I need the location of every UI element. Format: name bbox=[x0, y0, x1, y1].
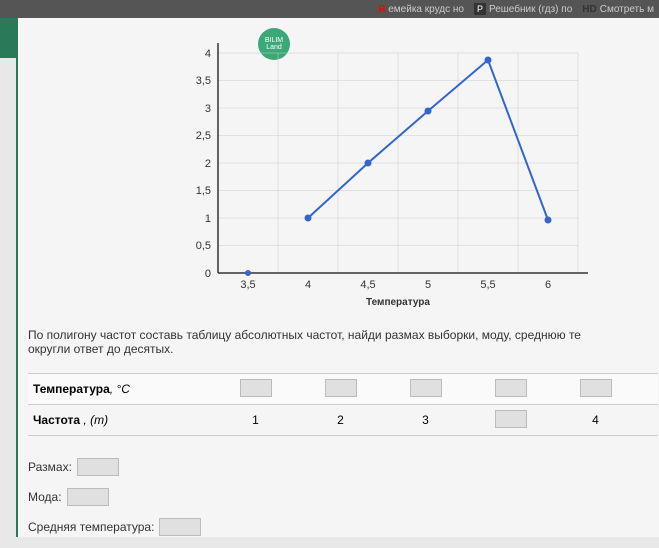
answer-mode: Мода: bbox=[28, 488, 201, 506]
left-accent-stripe bbox=[0, 18, 16, 58]
data-point-0 bbox=[245, 270, 251, 276]
tab-label-3: Смотреть м bbox=[600, 4, 654, 15]
temp-cell-4[interactable] bbox=[468, 379, 553, 400]
question-line-1: По полигону частот составь таблицу абсол… bbox=[28, 328, 581, 342]
svg-text:5,5: 5,5 bbox=[480, 279, 495, 291]
range-input[interactable] bbox=[77, 458, 119, 476]
svg-text:0,5: 0,5 bbox=[196, 240, 211, 252]
svg-text:2: 2 bbox=[205, 158, 211, 170]
question-line-2: округли ответ до десятых. bbox=[28, 342, 174, 356]
hd-icon: HD bbox=[582, 4, 596, 15]
svg-text:0: 0 bbox=[205, 268, 211, 280]
table-row-frequency: Частота , (m) 1 2 3 4 bbox=[28, 405, 658, 436]
data-point-5 bbox=[545, 217, 552, 224]
range-label: Размах: bbox=[28, 460, 72, 474]
temp-cell-2[interactable] bbox=[298, 379, 383, 400]
tab-label-1: емейка крудс но bbox=[388, 4, 464, 15]
data-polyline bbox=[308, 60, 548, 220]
mode-label: Мода: bbox=[28, 490, 62, 504]
freq-cell-2: 2 bbox=[298, 413, 383, 427]
answers-section: Размах: Мода: Средняя температура: bbox=[28, 458, 201, 548]
svg-text:2,5: 2,5 bbox=[196, 130, 211, 142]
x-tick-labels: 3,5 4 4,5 5 5,5 6 bbox=[240, 279, 551, 291]
answer-range: Размах: bbox=[28, 458, 201, 476]
svg-text:1,5: 1,5 bbox=[196, 185, 211, 197]
freq-cell-3: 3 bbox=[383, 413, 468, 427]
question-text: По полигону частот составь таблицу абсол… bbox=[28, 328, 659, 356]
temp-cell-3[interactable] bbox=[383, 379, 468, 400]
x-axis-title: Температура bbox=[366, 297, 430, 308]
tab-item-2[interactable]: P Решебник (гдз) по bbox=[474, 3, 572, 15]
chart-grid bbox=[218, 53, 578, 273]
data-point-1 bbox=[305, 215, 312, 222]
data-point-2 bbox=[365, 160, 372, 167]
svg-text:4: 4 bbox=[305, 279, 311, 291]
svg-text:6: 6 bbox=[545, 279, 551, 291]
main-content: BILIM Land bbox=[16, 18, 659, 537]
frequency-table: Температура, °C Частота , (m) 1 2 3 4 bbox=[28, 373, 658, 436]
mode-input[interactable] bbox=[67, 488, 109, 506]
tab-item-1[interactable]: Я емейка крудс но bbox=[378, 4, 464, 15]
data-point-4 bbox=[485, 57, 492, 64]
tab-item-3[interactable]: HD Смотреть м bbox=[582, 4, 654, 15]
freq-cell-1: 1 bbox=[213, 413, 298, 427]
p-icon: P bbox=[474, 3, 486, 15]
chart-svg: 0 0,5 1 1,5 2 2,5 3 3,5 4 3,5 4 4,5 5 5,… bbox=[173, 33, 603, 313]
svg-text:1: 1 bbox=[205, 213, 211, 225]
temp-cell-5[interactable] bbox=[553, 379, 638, 400]
svg-text:4,5: 4,5 bbox=[360, 279, 375, 291]
svg-text:3,5: 3,5 bbox=[196, 75, 211, 87]
svg-text:3: 3 bbox=[205, 103, 211, 115]
temp-cell-1[interactable] bbox=[213, 379, 298, 400]
frequency-polygon-chart: 0 0,5 1 1,5 2 2,5 3 3,5 4 3,5 4 4,5 5 5,… bbox=[173, 33, 603, 313]
row-label-temperature: Температура, °C bbox=[28, 382, 213, 396]
svg-text:5: 5 bbox=[425, 279, 431, 291]
svg-text:3,5: 3,5 bbox=[240, 279, 255, 291]
row-label-frequency: Частота , (m) bbox=[28, 413, 213, 427]
mean-input[interactable] bbox=[159, 518, 201, 536]
mean-label: Средняя температура: bbox=[28, 520, 154, 534]
browser-tab-bar: Я емейка крудс но P Решебник (гдз) по HD… bbox=[0, 0, 659, 18]
yandex-icon: Я bbox=[378, 4, 385, 15]
svg-text:4: 4 bbox=[205, 48, 211, 60]
tab-label-2: Решебник (гдз) по bbox=[489, 4, 572, 15]
y-tick-labels: 0 0,5 1 1,5 2 2,5 3 3,5 4 bbox=[196, 48, 211, 280]
data-point-3 bbox=[425, 108, 432, 115]
table-row-temperature: Температура, °C bbox=[28, 373, 658, 405]
answer-mean: Средняя температура: bbox=[28, 518, 201, 536]
freq-cell-5: 4 bbox=[553, 413, 638, 427]
freq-cell-4[interactable] bbox=[468, 410, 553, 431]
